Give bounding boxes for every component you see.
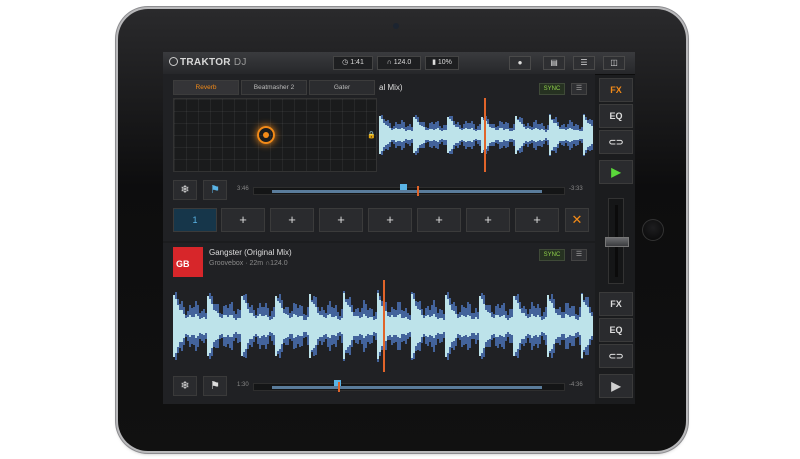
overview-fill <box>272 190 542 193</box>
deck-a-waveform[interactable] <box>379 98 593 172</box>
info-icon: ● <box>517 58 523 67</box>
deck-b-loop-button[interactable]: ⊂⊃ <box>599 344 633 368</box>
layout-button[interactable]: ◫ <box>603 56 625 70</box>
logo-text: TRAKTOR <box>180 57 231 68</box>
deck-b-flag-button[interactable]: ⚑ <box>203 376 227 396</box>
overview-position <box>338 382 340 392</box>
deck-a-remaining: -3:33 <box>569 186 583 192</box>
overview-cue-marker <box>400 184 407 190</box>
app-screen: TRAKTOR DJ ◷ 1:41 ∩ 124.0 ▮ 10% ● ▤ ☰ ◫ … <box>163 52 635 404</box>
album-art: GB <box>173 247 203 277</box>
deck-b-overview[interactable] <box>253 380 565 392</box>
headphones-icon: ∩ <box>386 59 392 66</box>
bpm-value: 124.0 <box>393 59 412 66</box>
hotcue-add[interactable]: + <box>221 208 265 232</box>
hotcue-add[interactable]: + <box>319 208 363 232</box>
deck-b-bpm: 124.0 <box>270 260 288 267</box>
info-button[interactable]: ● <box>509 56 531 70</box>
waveform-peak <box>591 315 593 337</box>
deck-a-fx-button[interactable]: FX <box>599 78 633 102</box>
deck-b-play-button[interactable]: ▶ <box>599 374 633 398</box>
deck-b-fx-button[interactable]: FX <box>599 292 633 316</box>
home-button[interactable] <box>642 219 664 241</box>
deck-a-eq-button[interactable]: EQ <box>599 104 633 128</box>
deck-b-key: 22m <box>249 260 264 267</box>
browser-icon: ▤ <box>550 58 558 67</box>
deck-b-artist: Groovebox <box>209 260 244 267</box>
settings-button[interactable]: ☰ <box>573 56 595 70</box>
deck-a-play-button[interactable]: ▶ <box>599 160 633 184</box>
deck-a-track-title: al Mix) <box>379 83 403 92</box>
deck-b-menu-button[interactable]: ☰ <box>571 249 587 261</box>
bpm-display[interactable]: ∩ 124.0 <box>377 56 421 70</box>
hotcue-add[interactable]: + <box>270 208 314 232</box>
playhead <box>383 280 385 372</box>
app-logo: TRAKTOR DJ <box>169 57 247 68</box>
menu-icon: ☰ <box>575 251 583 258</box>
fx-tab-beatmasher[interactable]: Beatmasher 2 <box>241 80 307 95</box>
deck-a-loop-button[interactable]: ⊂⊃ <box>599 130 633 154</box>
deck-b-meta: Groovebox · 22m ∩124.0 <box>209 260 288 267</box>
hotcue-add[interactable]: + <box>466 208 510 232</box>
hotcue-add[interactable]: + <box>515 208 559 232</box>
deck-b-freeze-button[interactable]: ❄ <box>173 376 197 396</box>
album-art-label: GB <box>176 259 190 269</box>
battery-display: ▮ 10% <box>425 56 459 70</box>
overview-position <box>417 186 419 196</box>
top-bar: TRAKTOR DJ ◷ 1:41 ∩ 124.0 ▮ 10% ● ▤ ☰ ◫ <box>163 52 635 75</box>
deck-a-menu-button[interactable]: ☰ <box>571 83 587 95</box>
hotcue-1[interactable]: 1 <box>173 208 217 232</box>
snowflake-icon: ❄ <box>180 380 190 392</box>
overview-fill <box>272 386 542 389</box>
crossfader[interactable] <box>605 198 629 284</box>
time-value: 1:41 <box>350 59 364 66</box>
sliders-icon: ☰ <box>580 58 588 67</box>
layout-icon: ◫ <box>610 58 618 67</box>
deck-b-elapsed: 1:30 <box>237 382 249 388</box>
fx-xy-pad[interactable] <box>173 98 377 172</box>
playhead <box>484 98 486 172</box>
logo-suffix: DJ <box>233 57 247 68</box>
battery-icon: ▮ <box>432 59 436 66</box>
deck-b-track-title: Gangster (Original Mix) <box>209 248 292 257</box>
battery-value: 10% <box>437 59 452 66</box>
time-display: ◷ 1:41 <box>333 56 373 70</box>
waveform-peak <box>591 125 593 145</box>
fader-cap[interactable] <box>605 237 629 247</box>
camera <box>393 23 399 29</box>
browser-button[interactable]: ▤ <box>543 56 565 70</box>
deck-a-overview[interactable] <box>253 184 565 196</box>
hotcue-add[interactable]: + <box>417 208 461 232</box>
deck-a-freeze-button[interactable]: ❄ <box>173 180 197 200</box>
menu-icon: ☰ <box>575 85 583 92</box>
lock-icon: 🔒 <box>367 132 376 139</box>
deck-b-remaining: -4:36 <box>569 382 583 388</box>
hotcue-add[interactable]: + <box>368 208 412 232</box>
flag-icon: ⚑ <box>210 380 220 392</box>
flag-icon: ⚑ <box>210 184 220 196</box>
deck-a-elapsed: 3:46 <box>237 186 249 192</box>
hotcue-delete-button[interactable]: ✕ <box>565 208 589 232</box>
clock-icon: ◷ <box>342 59 349 66</box>
fx-tab-reverb[interactable]: Reverb <box>173 80 239 95</box>
fx-tab-gater[interactable]: Gater <box>309 80 375 95</box>
deck-b-sync-button[interactable]: SYNC <box>539 249 565 261</box>
deck-a-sync-button[interactable]: SYNC <box>539 83 565 95</box>
traktor-logo-icon <box>169 57 178 66</box>
deck-a-flag-button[interactable]: ⚑ <box>203 180 227 200</box>
deck-b-waveform[interactable] <box>173 280 593 372</box>
fx-xy-knob[interactable] <box>257 126 275 144</box>
deck-b-eq-button[interactable]: EQ <box>599 318 633 342</box>
snowflake-icon: ❄ <box>180 184 190 196</box>
